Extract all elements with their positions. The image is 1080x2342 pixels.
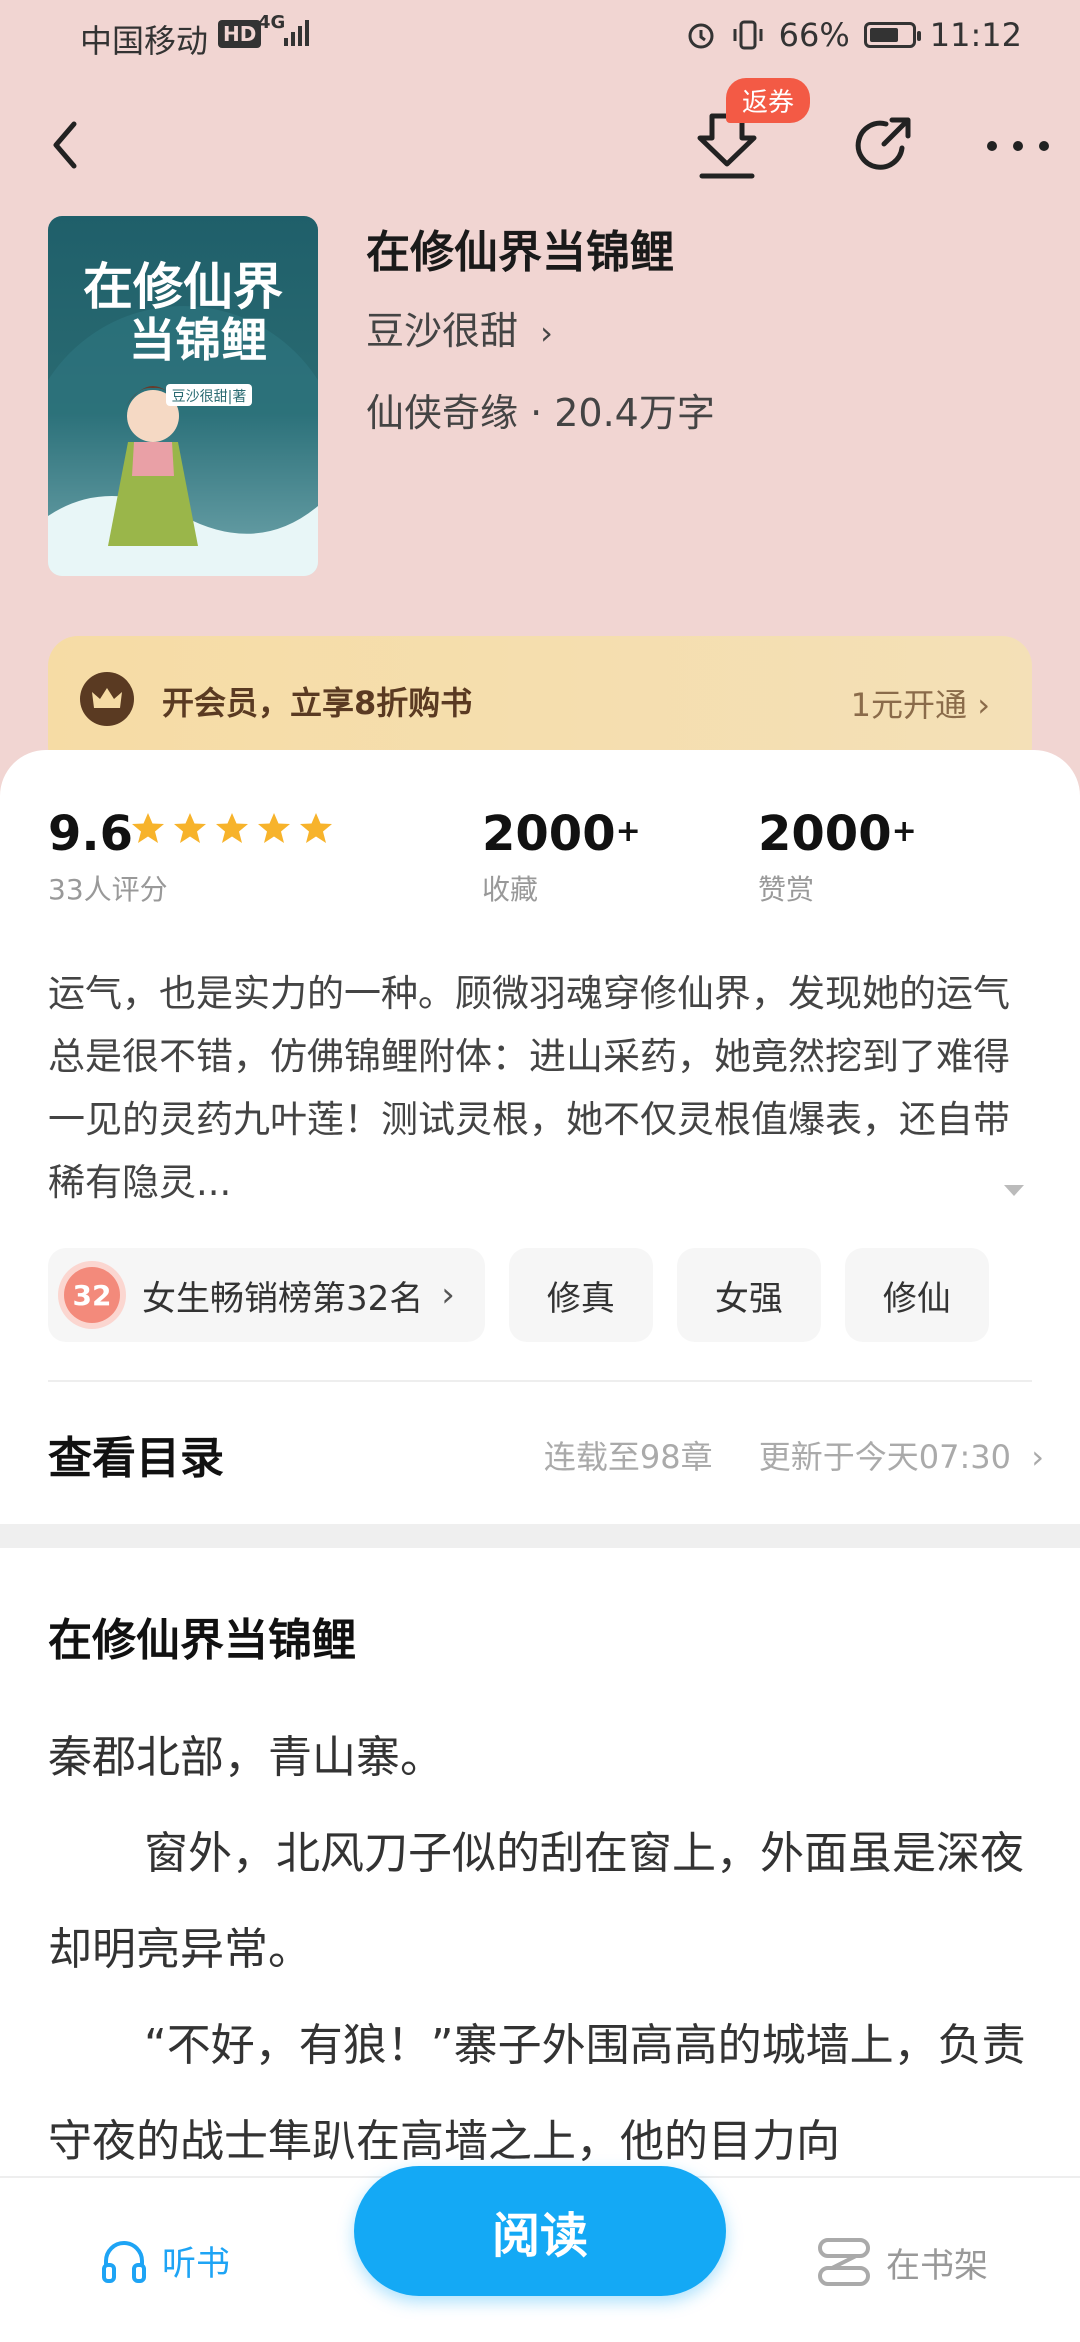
chevron-right-icon: ›: [1031, 1438, 1044, 1476]
cover-author: 豆沙很甜|著: [172, 389, 247, 405]
crown-icon: [80, 672, 134, 726]
rewards-suffix: +: [891, 814, 917, 849]
read-button[interactable]: 阅读: [354, 2166, 726, 2296]
chevron-right-icon: ›: [441, 1275, 455, 1315]
rewards-stat[interactable]: 2000+ 赞赏: [758, 806, 917, 908]
headphones-icon: [102, 2240, 146, 2283]
back-arrow-icon[interactable]: [40, 110, 90, 180]
toc-status: 连载至98章: [543, 1438, 713, 1476]
battery-percent: 66%: [778, 16, 850, 54]
vip-cta[interactable]: 1元开通 ›: [851, 680, 990, 726]
vip-text: 开会员，立享8折购书: [162, 684, 473, 722]
signal-icon: [284, 20, 309, 46]
divider: [48, 1380, 1032, 1382]
bookshelf-icon: [818, 2238, 870, 2286]
chapter-preview[interactable]: 秦郡北部，青山寨。 窗外，北风刀子似的刮在窗上，外面虽是深夜却明亮异常。 “不好…: [48, 1710, 1038, 2190]
author-name: 豆沙很甜: [366, 309, 519, 353]
book-cover[interactable]: 在修仙界 当锦鲤 豆沙很甜|著: [48, 216, 318, 576]
cover-title-line2: 当锦鲤: [129, 313, 267, 367]
star-icon: [174, 813, 206, 843]
cover-title-line1: 在修仙界: [83, 258, 283, 316]
chevron-right-icon: ›: [977, 686, 990, 724]
chapter-paragraph: “不好，有狼！”寨子外围高高的城墙上，负责守夜的战士隼趴在高墙之上，他的目力向: [48, 2020, 1026, 2167]
toc-updated: 更新于今天07:30: [758, 1438, 1012, 1476]
more-icon[interactable]: [982, 126, 1054, 166]
rank-badge: 32: [64, 1267, 120, 1323]
vibrate-icon: [733, 20, 763, 50]
rating-count: 33人评分: [48, 873, 168, 906]
star-icon: [132, 813, 164, 843]
expand-icon[interactable]: [1000, 1180, 1028, 1200]
hd-badge: HD: [218, 20, 262, 48]
cover-illustration: 在修仙界 当锦鲤 豆沙很甜|著: [48, 258, 318, 576]
rank-tag[interactable]: 32 女生畅销榜第32名 ›: [48, 1248, 485, 1342]
rank-label: 女生畅销榜第32名: [142, 1278, 424, 1319]
alarm-icon: [688, 23, 714, 49]
share-icon[interactable]: [846, 110, 918, 182]
favorites-suffix: +: [615, 814, 641, 849]
chevron-right-icon: ›: [540, 314, 553, 352]
chapter-paragraph: 秦郡北部，青山寨。: [48, 1732, 444, 1783]
status-bar: 中国移动 HD 4G 66% 11:12: [0, 0, 1080, 72]
clock: 11:12: [929, 16, 1022, 54]
star-icon: [300, 813, 332, 843]
star-icon: [216, 813, 248, 843]
favorites-stat: 2000+ 收藏: [482, 806, 641, 908]
star-icon: [258, 813, 290, 843]
author-link[interactable]: 豆沙很甜 ›: [366, 300, 553, 355]
book-title: 在修仙界当锦鲤: [366, 227, 674, 278]
tag-item[interactable]: 修真: [508, 1248, 653, 1342]
coupon-badge[interactable]: 返券: [726, 78, 811, 123]
tag-row: 32 女生畅销榜第32名 › 修真 女强 修仙: [48, 1248, 989, 1342]
tag-item[interactable]: 修仙: [844, 1248, 989, 1342]
section-gap: [0, 1524, 1080, 1548]
battery-icon: [863, 22, 921, 48]
bookshelf-label: 在书架: [886, 2245, 988, 2286]
toc-title[interactable]: 查看目录: [48, 1422, 224, 1486]
tag-item[interactable]: 女强: [676, 1248, 821, 1342]
favorites-value: 2000: [482, 806, 616, 862]
book-description[interactable]: 运气，也是实力的一种。顾微羽魂穿修仙界，发现她的运气总是很不错，仿佛锦鲤附体：进…: [48, 962, 1038, 1214]
rating-stars: [132, 813, 332, 843]
bookshelf-button[interactable]: 在书架: [816, 2236, 988, 2288]
rewards-value: 2000: [758, 806, 892, 862]
chapter-title: 在修仙界当锦鲤: [48, 1615, 356, 1666]
listen-button[interactable]: 听书: [100, 2236, 230, 2285]
listen-label: 听书: [162, 2244, 230, 2284]
rewards-label: 赞赏: [758, 873, 815, 906]
chapter-paragraph: 窗外，北风刀子似的刮在窗上，外面虽是深夜却明亮异常。: [48, 1828, 1024, 1975]
favorites-label: 收藏: [482, 873, 539, 906]
carrier-label: 中国移动: [80, 22, 209, 60]
toc-meta[interactable]: 连载至98章 更新于今天07:30 ›: [544, 1432, 1044, 1478]
book-meta: 仙侠奇缘 · 20.4万字: [366, 391, 715, 435]
vip-cta-label: 1元开通: [850, 686, 968, 724]
